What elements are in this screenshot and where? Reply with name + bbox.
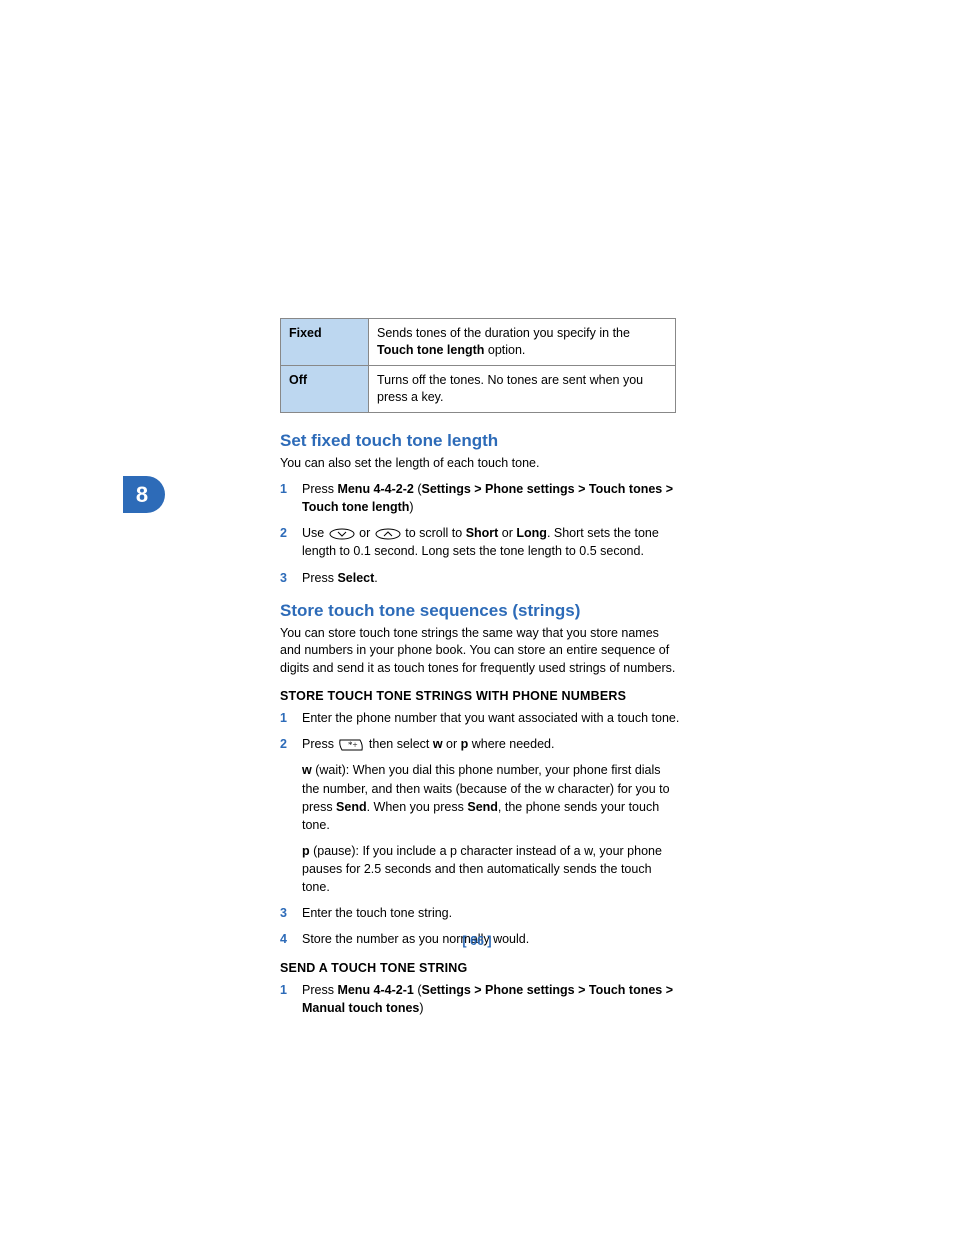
section-intro: You can also set the length of each touc… (280, 455, 680, 473)
section-intro: You can store touch tone strings the sam… (280, 625, 680, 678)
step-item: 2 Use or to scroll to Short or Long. Sho… (280, 524, 680, 560)
table-cell-label: Off (281, 365, 369, 412)
svg-text:*+: *+ (348, 740, 358, 750)
step-list: 1 Press Menu 4-4-2-2 (Settings > Phone s… (280, 480, 680, 587)
step-item: 3 Enter the touch tone string. (280, 904, 680, 922)
step-list: 1 Press Menu 4-4-2-1 (Settings > Phone s… (280, 981, 680, 1017)
table-row: Off Turns off the tones. No tones are se… (281, 365, 676, 412)
step-item: 2 Press *+ then select w or p where need… (280, 735, 680, 896)
step-body: Press Menu 4-4-2-2 (Settings > Phone set… (302, 480, 680, 516)
table-cell-desc: Turns off the tones. No tones are sent w… (369, 365, 676, 412)
section-heading: Set fixed touch tone length (280, 431, 680, 451)
step-body: Press *+ then select w or p where needed… (302, 735, 680, 896)
page-number: [ 66 ] (0, 934, 954, 948)
section-heading: Store touch tone sequences (strings) (280, 601, 680, 621)
step-number: 1 (280, 480, 302, 516)
step-body: Use or to scroll to Short or Long. Short… (302, 524, 680, 560)
step-item: 3 Press Select. (280, 569, 680, 587)
step-body: Enter the touch tone string. (302, 904, 680, 922)
tone-options-table: Fixed Sends tones of the duration you sp… (280, 318, 676, 413)
step-list: 1 Enter the phone number that you want a… (280, 709, 680, 948)
table-cell-label: Fixed (281, 319, 369, 366)
scroll-down-key-icon (329, 528, 355, 540)
subsection-heading: SEND A TOUCH TONE STRING (280, 961, 680, 975)
step-number: 1 (280, 981, 302, 1017)
step-body: Enter the phone number that you want ass… (302, 709, 680, 727)
step-item: 1 Press Menu 4-4-2-1 (Settings > Phone s… (280, 981, 680, 1017)
star-key-icon: *+ (338, 738, 364, 752)
step-body: Press Select. (302, 569, 680, 587)
step-number: 1 (280, 709, 302, 727)
scroll-up-key-icon (375, 528, 401, 540)
subsection-heading: STORE TOUCH TONE STRINGS WITH PHONE NUMB… (280, 689, 680, 703)
page-content: Fixed Sends tones of the duration you sp… (280, 318, 680, 1025)
step-body: Press Menu 4-4-2-1 (Settings > Phone set… (302, 981, 680, 1017)
chapter-tab: 8 (123, 476, 165, 513)
step-item: 1 Press Menu 4-4-2-2 (Settings > Phone s… (280, 480, 680, 516)
step-number: 3 (280, 569, 302, 587)
table-cell-desc: Sends tones of the duration you specify … (369, 319, 676, 366)
step-number: 3 (280, 904, 302, 922)
step-number: 2 (280, 524, 302, 560)
table-row: Fixed Sends tones of the duration you sp… (281, 319, 676, 366)
step-number: 2 (280, 735, 302, 896)
step-item: 1 Enter the phone number that you want a… (280, 709, 680, 727)
